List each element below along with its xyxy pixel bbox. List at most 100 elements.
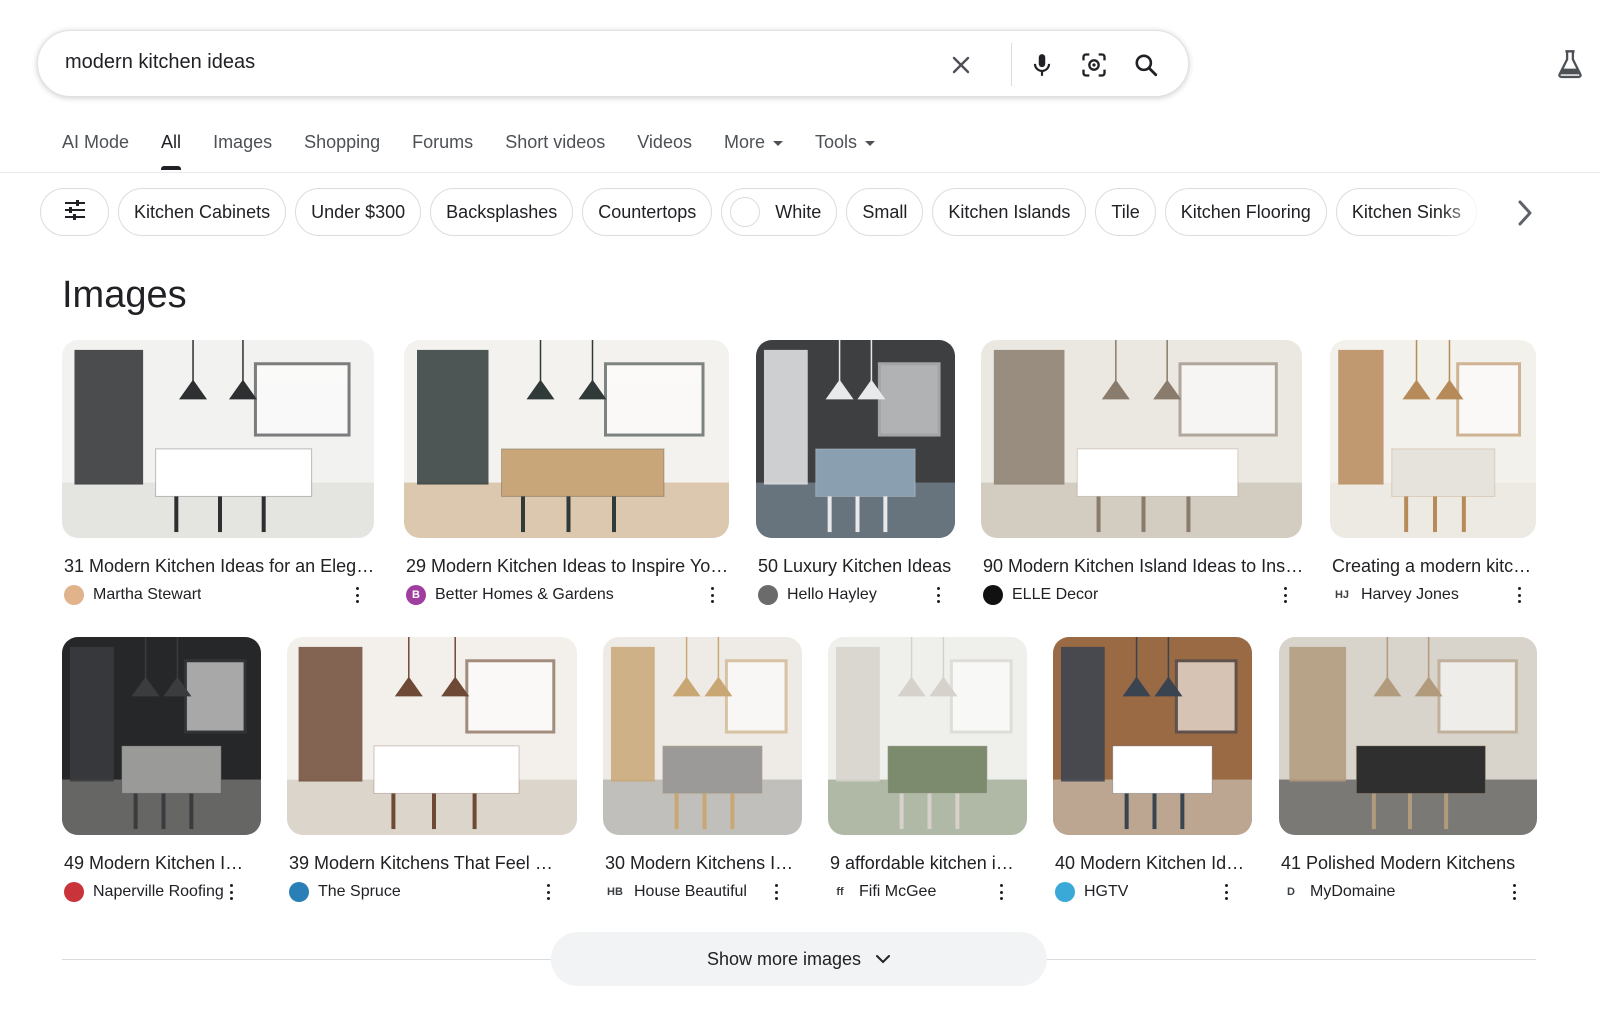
image-source[interactable]: Martha Stewart bbox=[64, 585, 346, 605]
image-caption[interactable]: 39 Modern Kitchens That Feel Warm bbox=[289, 853, 567, 874]
more-options-icon[interactable] bbox=[1278, 585, 1292, 605]
image-thumbnail[interactable] bbox=[404, 340, 729, 538]
image-result-card[interactable]: 40 Modern Kitchen Ideas HGTV bbox=[1053, 637, 1252, 905]
image-thumbnail[interactable] bbox=[1279, 637, 1537, 835]
image-result-card[interactable]: 90 Modern Kitchen Island Ideas to Inspir… bbox=[981, 340, 1304, 608]
chips-fade bbox=[1440, 186, 1510, 238]
caret-down-icon bbox=[772, 140, 783, 146]
tab-short-videos[interactable]: Short videos bbox=[505, 130, 605, 170]
image-result-card[interactable]: 50 Luxury Kitchen Ideas Hello Hayley bbox=[756, 340, 955, 608]
show-more-button[interactable]: Show more images bbox=[551, 932, 1047, 986]
chevron-right-icon[interactable] bbox=[1510, 196, 1540, 230]
favicon-harvey-jones: HJ bbox=[1332, 585, 1352, 605]
more-options-icon[interactable] bbox=[541, 882, 555, 902]
chip-kitchen-flooring[interactable]: Kitchen Flooring bbox=[1164, 188, 1327, 236]
chip-kitchen-islands[interactable]: Kitchen Islands bbox=[932, 188, 1087, 236]
image-source[interactable]: The Spruce bbox=[289, 882, 549, 902]
more-options-icon[interactable] bbox=[1219, 882, 1233, 902]
chip-under-300[interactable]: Under $300 bbox=[295, 188, 422, 236]
show-more-label: Show more images bbox=[706, 948, 862, 969]
image-source[interactable]: HB House Beautiful bbox=[605, 882, 774, 902]
image-source[interactable]: D MyDomaine bbox=[1281, 882, 1509, 902]
chip-white[interactable]: White bbox=[721, 188, 838, 236]
image-result-card[interactable]: Creating a modern kitchen HJ Harvey Jones bbox=[1330, 340, 1538, 608]
image-thumbnail[interactable] bbox=[756, 340, 955, 538]
image-thumbnail[interactable] bbox=[981, 340, 1302, 538]
tab-shopping[interactable]: Shopping bbox=[304, 130, 380, 170]
image-caption[interactable]: Creating a modern kitchen bbox=[1332, 556, 1538, 577]
favicon-the-spruce bbox=[289, 882, 309, 902]
image-result-card[interactable]: 39 Modern Kitchens That Feel Warm The Spr… bbox=[287, 637, 577, 905]
image-caption[interactable]: 29 Modern Kitchen Ideas to Inspire Your … bbox=[406, 556, 731, 577]
more-options-icon[interactable] bbox=[1507, 882, 1521, 902]
image-caption[interactable]: 30 Modern Kitchens Ideas bbox=[605, 853, 795, 874]
image-result-card[interactable]: 29 Modern Kitchen Ideas to Inspire Your … bbox=[404, 340, 731, 608]
sliders-icon bbox=[63, 199, 87, 226]
more-options-icon[interactable] bbox=[705, 585, 719, 605]
image-result-card[interactable]: 9 affordable kitchen ideas ff Fifi McGee bbox=[828, 637, 1027, 905]
image-thumbnail[interactable] bbox=[1053, 637, 1252, 835]
tab-images[interactable]: Images bbox=[213, 130, 272, 170]
image-result-card[interactable]: 30 Modern Kitchens Ideas HB House Beautifu… bbox=[603, 637, 802, 905]
image-result-card[interactable]: 41 Polished Modern Kitchens D MyDomaine bbox=[1279, 637, 1537, 905]
filter-chip[interactable] bbox=[40, 188, 109, 236]
image-source[interactable]: Hello Hayley bbox=[758, 585, 927, 605]
image-caption[interactable]: 31 Modern Kitchen Ideas for an Elegant H… bbox=[64, 556, 376, 577]
camera-lens-icon[interactable] bbox=[1076, 47, 1112, 83]
chip-small[interactable]: Small bbox=[846, 188, 924, 236]
tab-ai-mode[interactable]: AI Mode bbox=[62, 130, 129, 170]
more-options-icon[interactable] bbox=[769, 882, 783, 902]
search-input[interactable]: modern kitchen ideas bbox=[65, 51, 255, 74]
image-caption[interactable]: 50 Luxury Kitchen Ideas bbox=[758, 556, 957, 577]
image-thumbnail[interactable] bbox=[62, 340, 374, 538]
tab-tools[interactable]: Tools bbox=[815, 130, 876, 170]
flask-icon[interactable] bbox=[1553, 47, 1587, 81]
search-icon[interactable] bbox=[1128, 47, 1164, 83]
image-thumbnail[interactable] bbox=[828, 637, 1027, 835]
tab-all[interactable]: All bbox=[161, 130, 182, 170]
favicon-better-homes-gardens: B bbox=[406, 585, 426, 605]
chip-countertops[interactable]: Countertops bbox=[582, 188, 713, 236]
image-source[interactable]: HGTV bbox=[1055, 882, 1224, 902]
image-result-card[interactable]: 49 Modern Kitchen Ideas Naperville Roofin… bbox=[62, 637, 261, 905]
source-name: ELLE Decor bbox=[1012, 586, 1099, 603]
more-options-icon[interactable] bbox=[1512, 585, 1526, 605]
chip-tile[interactable]: Tile bbox=[1095, 188, 1156, 236]
image-caption[interactable]: 41 Polished Modern Kitchens bbox=[1281, 853, 1533, 874]
image-source[interactable]: ELLE Decor bbox=[983, 585, 1274, 605]
favicon-hello-hayley bbox=[758, 585, 778, 605]
source-name: The Spruce bbox=[318, 883, 401, 900]
search-tabs: AI Mode All Images Shopping Forums Short… bbox=[62, 130, 907, 170]
chip-kitchen-cabinets[interactable]: Kitchen Cabinets bbox=[118, 188, 287, 236]
more-options-icon[interactable] bbox=[994, 882, 1008, 902]
image-caption[interactable]: 9 affordable kitchen ideas bbox=[830, 853, 1020, 874]
source-name: MyDomaine bbox=[1310, 883, 1396, 900]
image-caption[interactable]: 90 Modern Kitchen Island Ideas to Inspir… bbox=[983, 556, 1304, 577]
source-name: Martha Stewart bbox=[93, 586, 202, 603]
image-thumbnail[interactable] bbox=[287, 637, 577, 835]
image-thumbnail[interactable] bbox=[603, 637, 802, 835]
image-source[interactable]: HJ Harvey Jones bbox=[1332, 585, 1508, 605]
more-options-icon[interactable] bbox=[350, 585, 364, 605]
image-source[interactable]: Naperville Roofing bbox=[64, 882, 233, 902]
image-thumbnail[interactable] bbox=[62, 637, 261, 835]
search-box[interactable]: modern kitchen ideas bbox=[37, 30, 1189, 97]
image-thumbnail[interactable] bbox=[1330, 340, 1536, 538]
favicon-martha-stewart bbox=[64, 585, 84, 605]
tab-videos[interactable]: Videos bbox=[637, 130, 692, 170]
source-name: Hello Hayley bbox=[787, 586, 877, 603]
image-source[interactable]: ff Fifi McGee bbox=[830, 882, 999, 902]
chip-backsplashes[interactable]: Backsplashes bbox=[430, 188, 574, 236]
tab-more[interactable]: More bbox=[724, 130, 783, 170]
more-options-icon[interactable] bbox=[931, 585, 945, 605]
source-name: House Beautiful bbox=[634, 883, 747, 900]
tab-forums[interactable]: Forums bbox=[412, 130, 473, 170]
more-options-icon[interactable] bbox=[224, 882, 238, 902]
close-icon[interactable] bbox=[943, 47, 979, 83]
microphone-icon[interactable] bbox=[1024, 47, 1060, 83]
section-title: Images bbox=[62, 274, 187, 316]
image-result-card[interactable]: 31 Modern Kitchen Ideas for an Elegant H… bbox=[62, 340, 376, 608]
image-source[interactable]: B Better Homes & Gardens bbox=[406, 585, 701, 605]
image-caption[interactable]: 40 Modern Kitchen Ideas bbox=[1055, 853, 1245, 874]
image-caption[interactable]: 49 Modern Kitchen Ideas bbox=[64, 853, 250, 874]
